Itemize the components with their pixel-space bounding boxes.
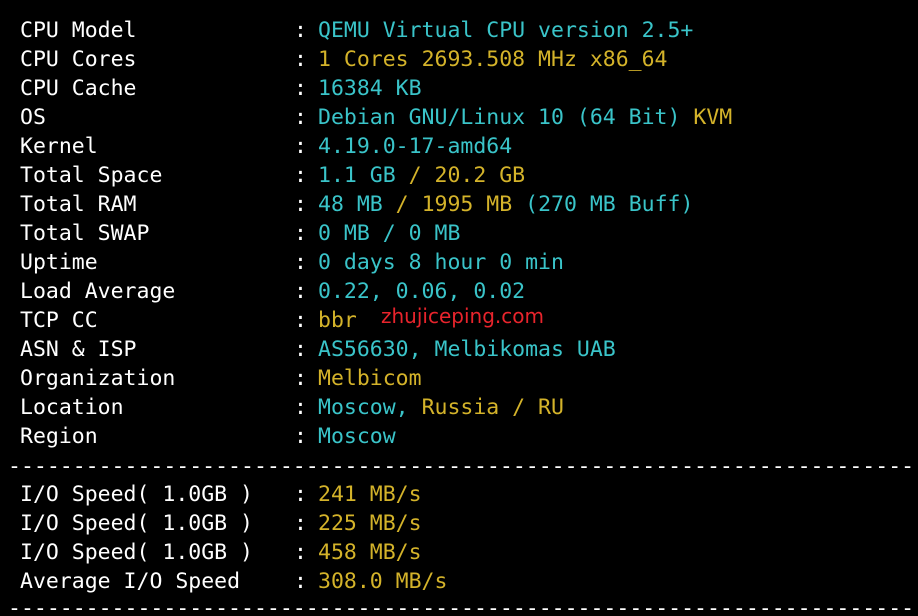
row-value: 0 days 8 hour 0 min (318, 250, 564, 275)
row-colon: : (294, 18, 307, 43)
ram-buff: (270 MB Buff) (525, 192, 694, 217)
row-label: Load Average (20, 279, 176, 304)
row-location: Location : Moscow, Russia / RU (20, 393, 564, 422)
row-colon: : (294, 308, 307, 333)
row-colon: : (294, 540, 307, 565)
location-country: Russia / RU (421, 395, 564, 420)
row-total-space: Total Space : 1.1 GB / 20.2 GB (20, 161, 525, 190)
row-colon: : (294, 569, 307, 594)
row-cpu-model: CPU Model : QEMU Virtual CPU version 2.5… (20, 16, 693, 45)
row-label: CPU Cores (20, 47, 137, 72)
row-value: 458 MB/s (318, 540, 422, 565)
cores-count: 1 Cores (318, 47, 409, 72)
row-label: OS (20, 105, 46, 130)
row-label: Location (20, 395, 124, 420)
terminal-output[interactable]: CPU Model : QEMU Virtual CPU version 2.5… (0, 0, 918, 616)
row-kernel: Kernel : 4.19.0-17-amd64 (20, 132, 512, 161)
row-value: 1 Cores 2693.508 MHz x86_64 (318, 45, 668, 74)
row-os: OS : Debian GNU/Linux 10 (64 Bit) KVM (20, 103, 732, 132)
row-value: 4.19.0-17-amd64 (318, 134, 513, 159)
row-total-ram: Total RAM : 48 MB / 1995 MB (270 MB Buff… (20, 190, 693, 219)
row-colon: : (294, 395, 307, 420)
ram-used: 48 MB (318, 192, 383, 217)
row-value: 241 MB/s (318, 482, 422, 507)
row-label: Total SWAP (20, 221, 150, 246)
row-colon: : (294, 221, 307, 246)
row-label: I/O Speed( 1.0GB ) (20, 540, 253, 565)
row-colon: : (294, 163, 307, 188)
row-colon: : (294, 511, 307, 536)
row-io-speed-3: I/O Speed( 1.0GB ) : 458 MB/s (20, 538, 422, 567)
row-colon: : (294, 366, 307, 391)
row-region: Region : Moscow (20, 422, 396, 451)
cores-freq: 2693.508 MHz x86_64 (421, 47, 668, 72)
row-uptime: Uptime : 0 days 8 hour 0 min (20, 248, 564, 277)
row-asn-isp: ASN & ISP : AS56630, Melbikomas UAB (20, 335, 616, 364)
row-value: 308.0 MB/s (318, 569, 448, 594)
ram-total: 1995 MB (421, 192, 513, 217)
section-divider: ----------------------------------------… (8, 460, 913, 474)
row-total-swap: Total SWAP : 0 MB / 0 MB (20, 219, 460, 248)
row-io-speed-2: I/O Speed( 1.0GB ) : 225 MB/s (20, 509, 422, 538)
row-label: Uptime (20, 250, 98, 275)
row-label: TCP CC (20, 308, 98, 333)
row-value: Moscow, Russia / RU (318, 393, 564, 422)
row-tcp-cc: TCP CC : bbr (20, 306, 357, 335)
row-label: I/O Speed( 1.0GB ) (20, 511, 253, 536)
row-value: Moscow (318, 424, 396, 449)
row-value: bbr (318, 308, 357, 333)
row-colon: : (294, 424, 307, 449)
row-label: CPU Model (20, 18, 137, 43)
row-value: AS56630, Melbikomas UAB (318, 337, 616, 362)
watermark-text: zhujiceping.com (381, 304, 544, 328)
row-cpu-cores: CPU Cores : 1 Cores 2693.508 MHz x86_64 (20, 45, 668, 74)
row-colon: : (294, 134, 307, 159)
row-average-io-speed: Average I/O Speed : 308.0 MB/s (20, 567, 447, 596)
section-divider-bottom: ----------------------------------------… (8, 602, 913, 616)
row-label: ASN & ISP (20, 337, 137, 362)
os-name: Debian GNU/Linux 10 (64 Bit) (318, 105, 681, 130)
row-io-speed-1: I/O Speed( 1.0GB ) : 241 MB/s (20, 480, 422, 509)
row-colon: : (294, 482, 307, 507)
row-cpu-cache: CPU Cache : 16384 KB (20, 74, 422, 103)
row-label: Average I/O Speed (20, 569, 241, 594)
os-virt: KVM (693, 105, 733, 130)
row-label: I/O Speed( 1.0GB ) (20, 482, 253, 507)
row-label: Total Space (20, 163, 163, 188)
row-colon: : (294, 47, 307, 72)
row-colon: : (294, 279, 307, 304)
row-label: Kernel (20, 134, 98, 159)
row-value: Debian GNU/Linux 10 (64 Bit) KVM (318, 103, 732, 132)
row-label: Total RAM (20, 192, 137, 217)
row-label: Organization (20, 366, 176, 391)
row-organization: Organization : Melbicom (20, 364, 422, 393)
row-value: 1.1 GB / 20.2 GB (318, 161, 525, 190)
row-value: 48 MB / 1995 MB (270 MB Buff) (318, 190, 693, 219)
row-colon: : (294, 76, 307, 101)
space-total: 20.2 GB (434, 163, 526, 188)
space-sep: / (395, 163, 435, 188)
location-city: Moscow, (318, 395, 409, 420)
row-value: 225 MB/s (318, 511, 422, 536)
space-used: 1.1 GB (318, 163, 396, 188)
row-colon: : (294, 250, 307, 275)
ram-sep: / (382, 192, 422, 217)
row-label: Region (20, 424, 98, 449)
row-colon: : (294, 337, 307, 362)
row-value: Melbicom (318, 366, 422, 391)
row-label: CPU Cache (20, 76, 137, 101)
row-load-average: Load Average : 0.22, 0.06, 0.02 (20, 277, 525, 306)
row-colon: : (294, 105, 307, 130)
row-colon: : (294, 192, 307, 217)
row-value: 0 MB / 0 MB (318, 221, 461, 246)
row-value: QEMU Virtual CPU version 2.5+ (318, 18, 694, 43)
row-value: 16384 KB (318, 76, 422, 101)
